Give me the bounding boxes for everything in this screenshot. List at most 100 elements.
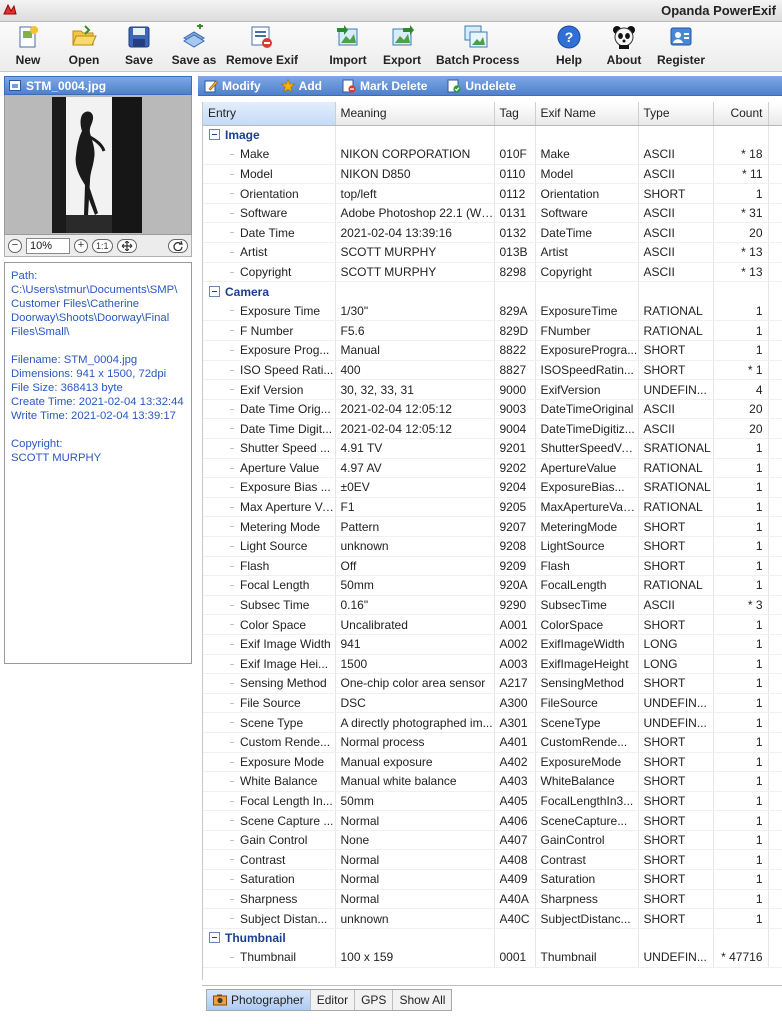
table-row[interactable]: Focal Length 50mm 920A FocalLength RATIONAL 1 [203,575,782,596]
table-row[interactable]: Exposure Time 1/30" 829A ExposureTime RATION… [203,301,782,322]
actual-size-button[interactable]: 1:1 [92,238,113,253]
table-row[interactable]: F Number F5.6 829D FNumber RATIONAL 1 [203,320,782,342]
column-header-tag[interactable]: Tag [494,102,536,126]
cell-tag: 9201 [494,438,536,459]
table-row[interactable]: Sensing Method One-chip color area sensor… [203,673,782,694]
table-row[interactable]: Exposure Bias ... ±0EV 9204 ExposureBias...… [203,477,782,498]
table-row[interactable]: Exposure Prog... Manual 8822 ExposureProgra… [203,340,782,361]
fit-window-button[interactable] [116,238,137,253]
modify-button[interactable]: Modify [204,79,261,93]
column-header-count[interactable]: Count [713,102,769,126]
add-button[interactable]: Add [280,78,322,93]
table-header-row: Entry Meaning Tag Exif Name Type Count [203,102,782,126]
cell-entry: Artist [203,242,336,263]
table-row[interactable]: Date Time 2021-02-04 13:39:16 0132 DateTime… [203,222,782,244]
image-preview[interactable] [4,95,192,235]
cell-type: SHORT [638,889,714,910]
group-row-thumbnail[interactable]: Thumbnail [203,928,782,948]
batch-process-button[interactable]: Batch Process [436,24,519,70]
column-header-type[interactable]: Type [638,102,714,126]
table-row[interactable]: ISO Speed Rati... 400 8827 ISOSpeedRatin...… [203,360,782,381]
collapse-icon[interactable] [209,285,220,297]
new-button[interactable]: New [8,24,48,70]
table-row[interactable]: Date Time Orig... 2021-02-04 12:05:12 9003… [203,399,782,420]
table-row[interactable]: Exposure Mode Manual exposure A402 Exposure… [203,752,782,773]
table-row[interactable]: Subsec Time 0.16" 9290 SubsecTime ASCII * 3 [203,595,782,616]
cell-count: 1 [713,752,769,773]
cell-count: * 18 [713,144,769,165]
table-row[interactable]: Light Source unknown 9208 LightSource SHORT 1 [203,536,782,557]
cell-entry: Copyright [203,262,336,283]
tab-photographer[interactable]: Photographer [207,990,311,1010]
table-row[interactable]: Software Adobe Photoshop 22.1 (Wi... 0131 S… [203,203,782,224]
cell-count: 1 [713,771,769,792]
cell-type: ASCII [638,399,714,420]
mark-delete-button[interactable]: Mark Delete [342,79,427,93]
table-row[interactable]: Contrast Normal A408 Contrast SHORT 1 [203,849,782,871]
table-row[interactable]: Scene Capture ... Normal A406 SceneCapture.… [203,810,782,831]
column-header-exif-name[interactable]: Exif Name [535,102,639,126]
help-button[interactable]: ? Help [552,24,586,70]
save-as-button[interactable]: Save as [170,24,218,70]
copyright-label: Copyright: [11,438,63,450]
rotate-button[interactable] [168,238,188,253]
table-row[interactable]: Aperture Value 4.97 AV 9202 ApertureValue RA… [203,458,782,479]
table-row[interactable]: Color Space Uncalibrated A001 ColorSpace SHO… [203,614,782,635]
table-row[interactable]: Scene Type A directly photographed im... A… [203,712,782,733]
cell-tag: 0131 [494,203,536,224]
export-button[interactable]: Export [382,24,422,70]
table-row[interactable]: Focal Length In... 50mm A405 FocalLengthIn3… [203,791,782,812]
table-row[interactable]: Metering Mode Pattern 9207 MeteringMode SHOR… [203,516,782,537]
save-button[interactable]: Save [120,24,158,70]
tab-show-all[interactable]: Show All [393,990,451,1010]
table-row[interactable]: Make NIKON CORPORATION 010F Make ASCII * 18 [203,144,782,165]
table-row[interactable]: White Balance Manual white balance A403 Whi… [203,771,782,792]
cell-exif-name: SubsecTime [535,595,639,616]
register-button[interactable]: Register [656,24,706,70]
table-row[interactable]: Max Aperture Va... F1 9205 MaxApertureValue… [203,497,782,518]
collapse-icon[interactable] [209,932,220,944]
table-row[interactable]: Sharpness Normal A40A Sharpness SHORT 1 [203,889,782,910]
zoom-level-field[interactable]: 10% [26,237,70,254]
table-row[interactable]: Copyright SCOTT MURPHY 8298 Copyright ASCII *… [203,262,782,283]
table-row[interactable]: Flash Off 9209 Flash SHORT 1 [203,556,782,577]
column-header-meaning[interactable]: Meaning [335,102,495,126]
table-row[interactable]: Exif Image Hei... 1500 A003 ExifImageHeight… [203,654,782,675]
column-header-entry[interactable]: Entry [203,102,336,126]
zoom-in-button[interactable]: + [74,238,88,253]
cell-tag: 8822 [494,340,536,361]
table-row[interactable]: Date Time Digit... 2021-02-04 12:05:12 900… [203,418,782,439]
table-row[interactable]: Custom Rende... Normal process A401 CustomR… [203,732,782,753]
cell-exif-name: ExposureTime [535,301,639,322]
table-row[interactable]: Saturation Normal A409 Saturation SHORT 1 [203,869,782,890]
exif-table-container[interactable]: Entry Meaning Tag Exif Name Type Count I… [202,102,782,980]
collapse-icon[interactable] [209,129,220,141]
cell-count: 1 [713,536,769,557]
add-star-icon [280,78,295,93]
table-row[interactable]: File Source DSC A300 FileSource UNDEFIN... 1 [203,693,782,714]
table-row[interactable]: Orientation top/left 0112 Orientation SHORT 1 [203,183,782,204]
undelete-button[interactable]: Undelete [447,79,516,93]
cell-tag: A40A [494,889,536,910]
remove-exif-button[interactable]: Remove Exif [226,24,298,70]
cell-meaning: 50mm [335,575,495,596]
group-row-camera[interactable]: Camera [203,281,782,302]
table-row[interactable]: Subject Distan... unknown A40C SubjectDista… [203,908,782,929]
about-button[interactable]: About [604,24,644,70]
import-button[interactable]: Import [328,24,368,70]
new-file-icon [19,26,38,48]
table-row[interactable]: Exif Version 30, 32, 33, 31 9000 ExifVersio… [203,379,782,400]
open-button[interactable]: Open [64,24,104,70]
table-row[interactable]: Model NIKON D850 0110 Model ASCII * 11 [203,164,782,185]
table-row[interactable]: Thumbnail 100 x 159 0001 Thumbnail UNDEFIN..… [203,947,782,969]
group-row-image[interactable]: Image [203,125,782,145]
table-row[interactable]: Gain Control None A407 GainControl SHORT 1 [203,830,782,851]
table-row[interactable]: Exif Image Width 941 A002 ExifImageWidth LON… [203,634,782,655]
table-row[interactable]: Shutter Speed ... 4.91 TV 9201 ShutterSpeed… [203,438,782,459]
cell-count: 1 [713,908,769,929]
zoom-out-button[interactable]: − [8,238,22,253]
table-row[interactable]: Artist SCOTT MURPHY 013B Artist ASCII * 13 [203,242,782,263]
tab-editor[interactable]: Editor [311,990,356,1010]
tab-gps[interactable]: GPS [355,990,394,1010]
cell-meaning: F5.6 [335,320,495,342]
